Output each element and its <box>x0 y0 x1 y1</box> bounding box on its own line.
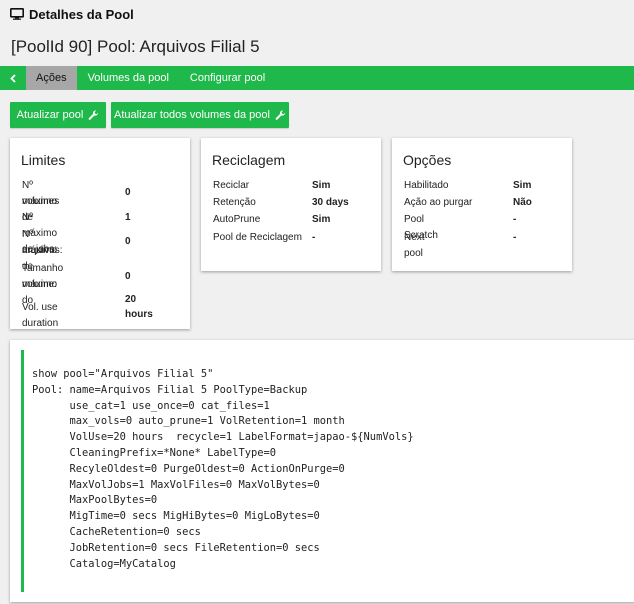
page-title: [PoolId 90] Pool: Arquivos Filial 5 <box>11 37 260 56</box>
app-header: Detalhes da Pool <box>0 0 634 28</box>
console-output-text: show pool="Arquivos Filial 5" Pool: name… <box>32 368 414 570</box>
tab-configurar-pool[interactable]: Configurar pool <box>180 66 275 90</box>
nav-bar: Ações Volumes da pool Configurar pool <box>0 66 634 90</box>
limites-title: Limites <box>21 152 66 168</box>
console-output-block: show pool="Arquivos Filial 5" Pool: name… <box>21 350 634 592</box>
reciclagem-card: Reciclagem Reciclar Sim Retenção 30 days… <box>201 138 381 271</box>
wrench-icon <box>88 109 99 120</box>
opcoes-card: Opções Habilitado Sim Ação ao purgar Não… <box>392 138 572 271</box>
monitor-icon <box>10 8 24 20</box>
limites-card: Limites Nº máximo de volumes 0 Nº máximo… <box>10 138 190 329</box>
wrench-icon <box>275 109 286 120</box>
update-pool-label: Atualizar pool <box>16 109 84 121</box>
tab-acoes[interactable]: Ações <box>26 66 77 90</box>
reciclagem-title: Reciclagem <box>212 152 286 168</box>
back-button[interactable] <box>0 66 26 90</box>
header-title: Detalhes da Pool <box>29 6 134 22</box>
opcoes-title: Opções <box>403 152 452 168</box>
console-output-panel: show pool="Arquivos Filial 5" Pool: name… <box>10 340 634 602</box>
chevron-left-icon <box>10 73 16 83</box>
update-all-volumes-button[interactable]: Atualizar todos volumes da pool <box>111 102 289 128</box>
update-all-volumes-label: Atualizar todos volumes da pool <box>114 109 270 121</box>
update-pool-button[interactable]: Atualizar pool <box>10 102 106 128</box>
tab-volumes-da-pool[interactable]: Volumes da pool <box>77 66 180 90</box>
